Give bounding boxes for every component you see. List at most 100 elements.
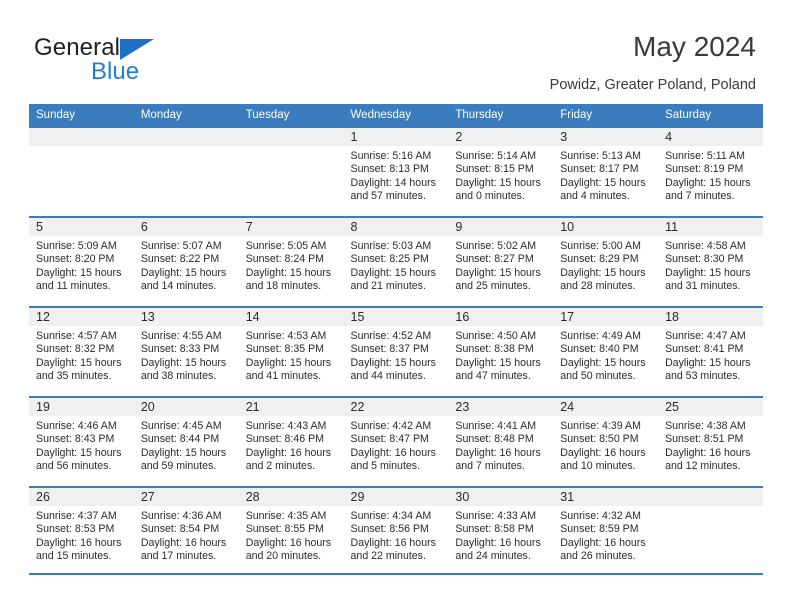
day-cell[interactable]: 7 Sunrise: 5:05 AM Sunset: 8:24 PM Daylight… [238,216,344,307]
week-row: 12 Sunrise: 4:57 AM Sunset: 8:32 PM Dayligh… [29,306,763,397]
day-cell[interactable]: 15 Sunrise: 4:52 AM Sunset: 8:37 PM Dayligh… [343,306,449,397]
sunrise-text: Sunrise: 4:52 AM [350,330,432,342]
day-number [29,128,134,146]
daylight-text-line1: Daylight: 16 hours [245,536,332,549]
sunrise-text: Sunrise: 4:41 AM [455,420,537,432]
title-block: May 2024 Powidz, Greater Poland, Poland [550,30,756,95]
day-cell[interactable]: 6 Sunrise: 5:07 AM Sunset: 8:22 PM Daylight… [133,216,239,307]
daylight-text-line1: Daylight: 16 hours [350,536,436,549]
day-cell[interactable]: 22 Sunrise: 4:42 AM Sunset: 8:47 PM Dayligh… [343,396,449,487]
sunrise-text: Sunrise: 5:14 AM [455,150,537,162]
day-cell[interactable]: 17 Sunrise: 4:49 AM Sunset: 8:40 PM Dayligh… [553,306,659,397]
day-cell[interactable]: 2 Sunrise: 5:14 AM Sunset: 8:15 PM Daylight… [448,126,554,217]
daylight-text-line1: Daylight: 16 hours [36,536,122,549]
day-number: 23 [448,398,554,416]
daylight-text-line2: and 17 minutes. [140,550,217,563]
day-cell[interactable]: 26 Sunrise: 4:37 AM Sunset: 8:53 PM Dayligh… [29,486,134,576]
daylight-text-line1: Daylight: 16 hours [245,446,332,459]
sunset-text: Sunset: 8:47 PM [350,433,429,446]
day-cell[interactable]: 18 Sunrise: 4:47 AM Sunset: 8:41 PM Dayligh… [658,306,763,397]
sunset-text: Sunset: 8:25 PM [350,253,429,266]
sunset-text: Sunset: 8:54 PM [140,523,220,536]
day-cell[interactable]: 20 Sunrise: 4:45 AM Sunset: 8:44 PM Dayligh… [133,396,239,487]
day-cell[interactable]: 30 Sunrise: 4:33 AM Sunset: 8:58 PM Dayligh… [448,486,554,576]
sunset-text: Sunset: 8:30 PM [665,253,744,266]
daylight-text-line1: Daylight: 15 hours [350,266,436,279]
sunrise-text: Sunrise: 4:42 AM [350,420,432,432]
day-cell[interactable]: 16 Sunrise: 4:50 AM Sunset: 8:38 PM Dayligh… [448,306,554,397]
day-cell[interactable]: 5 Sunrise: 5:09 AM Sunset: 8:20 PM Daylight… [29,216,134,307]
day-cell[interactable]: 8 Sunrise: 5:03 AM Sunset: 8:25 PM Daylight… [343,216,449,307]
day-number: 29 [343,488,449,506]
daylight-text-line2: and 31 minutes. [665,280,741,293]
daylight-text-line2: and 25 minutes. [455,280,531,293]
daylight-text-line2: and 22 minutes. [350,550,426,563]
daylight-text-line1: Daylight: 15 hours [665,266,751,279]
weekday-header-tuesday: Tuesday [238,104,344,127]
day-cell[interactable]: 23 Sunrise: 4:41 AM Sunset: 8:48 PM Dayligh… [448,396,554,487]
day-cell[interactable]: 3 Sunrise: 5:13 AM Sunset: 8:17 PM Daylight… [553,126,659,217]
sunrise-text: Sunrise: 4:43 AM [245,420,327,432]
day-cell[interactable] [658,486,763,576]
day-cell[interactable]: 9 Sunrise: 5:02 AM Sunset: 8:27 PM Daylight… [448,216,554,307]
day-number: 20 [133,398,239,416]
day-number: 26 [29,488,134,506]
sunrise-text: Sunrise: 4:36 AM [140,510,222,522]
day-cell[interactable] [29,126,134,217]
daylight-text-line1: Daylight: 15 hours [245,266,332,279]
sunrise-text: Sunrise: 4:37 AM [36,510,117,522]
day-cell[interactable]: 10 Sunrise: 5:00 AM Sunset: 8:29 PM Dayligh… [553,216,659,307]
day-cell[interactable]: 11 Sunrise: 4:58 AM Sunset: 8:30 PM Dayligh… [658,216,763,307]
sunset-text: Sunset: 8:50 PM [560,433,639,446]
sunrise-text: Sunrise: 5:07 AM [140,240,222,252]
weekday-header-friday: Friday [553,104,659,127]
day-number [658,488,763,506]
daylight-text-line2: and 28 minutes. [560,280,636,293]
daylight-text-line2: and 18 minutes. [245,280,322,293]
sunrise-text: Sunrise: 4:46 AM [36,420,117,432]
weekday-header-wednesday: Wednesday [343,104,449,127]
day-cell[interactable]: 24 Sunrise: 4:39 AM Sunset: 8:50 PM Dayligh… [553,396,659,487]
day-number: 7 [238,218,344,236]
page-title: May 2024 [633,31,756,62]
day-cell[interactable]: 31 Sunrise: 4:32 AM Sunset: 8:59 PM Dayligh… [553,486,659,576]
sunset-text: Sunset: 8:44 PM [140,433,220,446]
sunset-text: Sunset: 8:46 PM [245,433,325,446]
day-cell[interactable]: 27 Sunrise: 4:36 AM Sunset: 8:54 PM Dayligh… [133,486,239,576]
sunset-text: Sunset: 8:13 PM [350,163,429,176]
daylight-text-line1: Daylight: 15 hours [665,176,751,189]
week-row: 26 Sunrise: 4:37 AM Sunset: 8:53 PM Dayligh… [29,486,763,576]
day-number: 21 [238,398,344,416]
day-cell[interactable]: 4 Sunrise: 5:11 AM Sunset: 8:19 PM Daylight… [658,126,763,217]
sunset-text: Sunset: 8:20 PM [36,253,115,266]
daylight-text-line1: Daylight: 15 hours [560,176,646,189]
sunset-text: Sunset: 8:24 PM [245,253,325,266]
day-cell[interactable]: 28 Sunrise: 4:35 AM Sunset: 8:55 PM Dayligh… [238,486,344,576]
day-cell[interactable]: 25 Sunrise: 4:38 AM Sunset: 8:51 PM Dayligh… [658,396,763,487]
day-number: 30 [448,488,554,506]
day-cell[interactable] [238,126,344,217]
day-cell[interactable] [133,126,239,217]
sunrise-text: Sunrise: 4:50 AM [455,330,537,342]
sunrise-text: Sunrise: 5:13 AM [560,150,641,162]
daylight-text-line2: and 4 minutes. [560,190,630,203]
day-cell[interactable]: 12 Sunrise: 4:57 AM Sunset: 8:32 PM Dayligh… [29,306,134,397]
week-row: 1 Sunrise: 5:16 AM Sunset: 8:13 PM Daylight… [29,126,763,217]
day-cell[interactable]: 1 Sunrise: 5:16 AM Sunset: 8:13 PM Daylight… [343,126,449,217]
sunset-text: Sunset: 8:56 PM [350,523,429,536]
sunset-text: Sunset: 8:29 PM [560,253,639,266]
day-cell[interactable]: 29 Sunrise: 4:34 AM Sunset: 8:56 PM Dayligh… [343,486,449,576]
general-blue-logo[interactable]: General Blue [34,34,234,86]
day-cell[interactable]: 21 Sunrise: 4:43 AM Sunset: 8:46 PM Dayligh… [238,396,344,487]
daylight-text-line2: and 50 minutes. [560,370,636,383]
day-number: 31 [553,488,659,506]
day-number: 1 [343,128,449,146]
sunrise-text: Sunrise: 4:55 AM [140,330,222,342]
day-cell[interactable]: 19 Sunrise: 4:46 AM Sunset: 8:43 PM Dayligh… [29,396,134,487]
daylight-text-line2: and 5 minutes. [350,460,421,473]
day-cell[interactable]: 14 Sunrise: 4:53 AM Sunset: 8:35 PM Dayligh… [238,306,344,397]
sunset-text: Sunset: 8:22 PM [140,253,220,266]
sunrise-text: Sunrise: 5:11 AM [665,150,745,162]
daylight-text-line2: and 38 minutes. [140,370,217,383]
day-cell[interactable]: 13 Sunrise: 4:55 AM Sunset: 8:33 PM Dayligh… [133,306,239,397]
